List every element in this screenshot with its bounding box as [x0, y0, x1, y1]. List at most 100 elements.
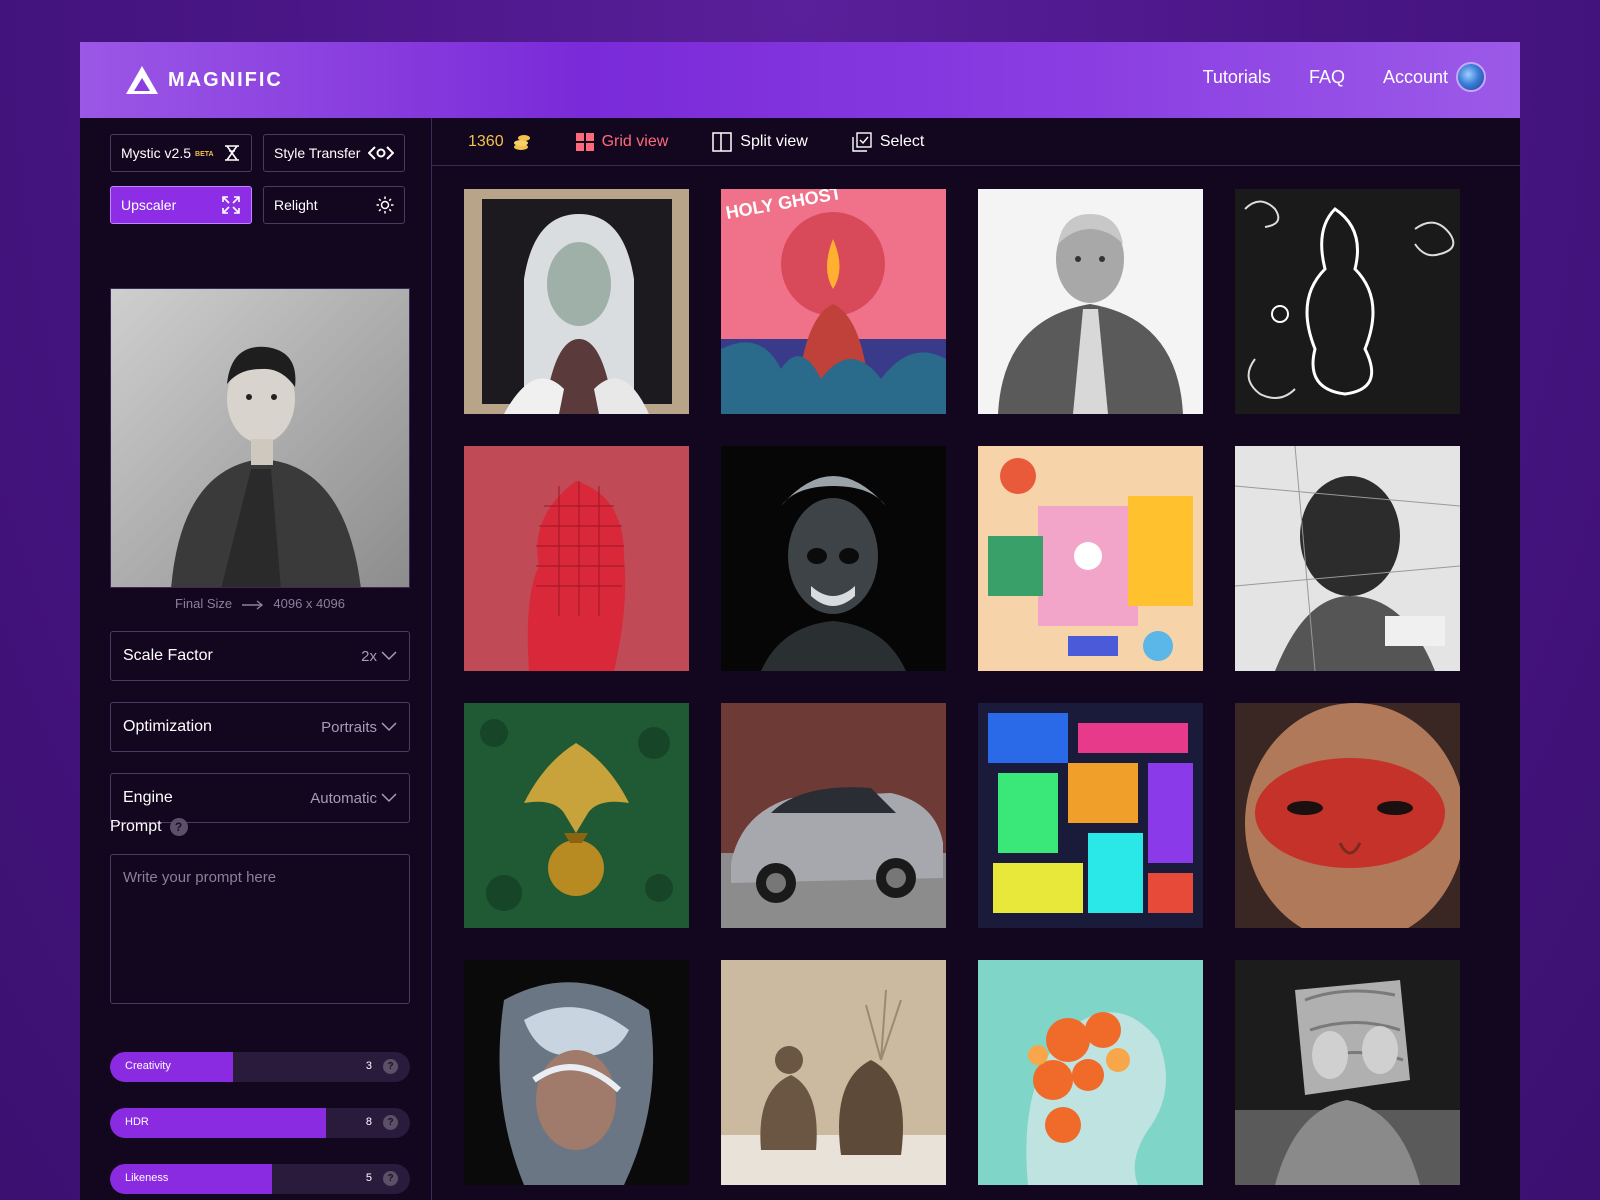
coins-icon: [513, 134, 530, 150]
upscaler-tool-button[interactable]: Upscaler: [110, 186, 252, 224]
scale-factor-select[interactable]: Scale Factor 2x: [110, 631, 410, 681]
gallery-image-red-blocks-head[interactable]: [464, 446, 689, 671]
upscale-preview-image[interactable]: [110, 288, 410, 588]
split-view-label: Split view: [740, 132, 808, 150]
help-icon[interactable]: ?: [383, 1059, 398, 1074]
gallery-image-skull-face[interactable]: [721, 446, 946, 671]
nav-account-link[interactable]: Account: [1383, 67, 1448, 88]
optimization-label: Optimization: [123, 718, 212, 735]
select-checkbox-icon: [852, 131, 872, 152]
gallery-image-stone-sculpture[interactable]: [1235, 960, 1460, 1185]
gallery-image-old-man-portrait[interactable]: [978, 189, 1203, 414]
account-menu[interactable]: Account: [1383, 62, 1486, 92]
final-size-label: Final Size: [175, 596, 233, 611]
flower-head-image: [978, 960, 1203, 1185]
expand-icon: [222, 196, 240, 214]
likeness-slider[interactable]: Likeness 5 ?: [110, 1164, 410, 1194]
colorful-table-image: [978, 446, 1203, 671]
prompt-input[interactable]: [110, 854, 410, 1004]
style-transfer-icon: [368, 146, 394, 160]
golden-eagle-image: [464, 703, 689, 928]
line-art-figure-image: [1235, 189, 1460, 414]
top-header: MAGNIFIC Tutorials FAQ Account: [80, 42, 1520, 118]
final-size-readout: Final Size 4096 x 4096: [110, 596, 410, 611]
old-man-portrait-image: [978, 189, 1203, 414]
relight-tool-button[interactable]: Relight: [263, 186, 405, 224]
red-face-closeup-image: [1235, 703, 1460, 928]
final-size-value: 4096 x 4096: [273, 596, 345, 611]
scale-factor-value: 2x: [361, 647, 377, 665]
scale-factor-value-wrap: 2x: [361, 648, 397, 665]
beta-badge: BETA: [195, 150, 214, 158]
relight-label: Relight: [274, 197, 318, 213]
prompt-label: Prompt: [110, 818, 162, 835]
upscaler-label: Upscaler: [121, 197, 177, 213]
holy-ghost-image: HOLY GHOST: [721, 189, 946, 414]
stone-sculpture-image: [1235, 960, 1460, 1185]
help-icon[interactable]: ?: [169, 818, 188, 836]
style-transfer-label: Style Transfer: [274, 145, 361, 161]
gallery-image-colorful-table[interactable]: [978, 446, 1203, 671]
engine-select[interactable]: Engine Automatic: [110, 773, 410, 823]
silver-car-image: [721, 703, 946, 928]
settings-sidebar: Mystic v2.5 BETA Style Transfer Upscaler …: [80, 118, 432, 1200]
hdr-label: HDR: [125, 1116, 149, 1128]
grid-view-button[interactable]: Grid view: [575, 132, 669, 151]
top-nav: Tutorials FAQ Account: [1203, 62, 1486, 92]
portrait-preview-image: [111, 289, 409, 587]
chevron-down-icon: [381, 651, 397, 661]
hourglass-icon: [225, 145, 239, 161]
gallery-image-anime-portrait[interactable]: [464, 189, 689, 414]
split-view-icon: [712, 131, 733, 152]
credits-value: 1360: [468, 132, 504, 150]
chevron-down-icon: [381, 722, 397, 732]
prompt-label-row: Prompt ?: [110, 818, 188, 836]
help-icon[interactable]: ?: [383, 1171, 398, 1186]
sun-icon: [376, 196, 394, 214]
scale-factor-label: Scale Factor: [123, 647, 213, 664]
select-button[interactable]: Select: [852, 131, 925, 152]
optimization-select[interactable]: Optimization Portraits: [110, 702, 410, 752]
gallery-toolbar: 1360 Grid view Split view Select: [432, 118, 1520, 166]
creativity-label: Creativity: [125, 1060, 171, 1072]
mystic-tool-label: Mystic v2.5: [121, 145, 192, 161]
grid-view-label: Grid view: [601, 132, 669, 150]
engine-value: Automatic: [310, 789, 377, 807]
gallery-image-paper-collage[interactable]: [1235, 446, 1460, 671]
ceramic-vases-image: [721, 960, 946, 1185]
engine-value-wrap: Automatic: [310, 790, 397, 807]
hdr-value: 8: [365, 1116, 372, 1128]
nav-faq-link[interactable]: FAQ: [1309, 67, 1345, 88]
gallery-image-glass-face[interactable]: [464, 960, 689, 1185]
likeness-value: 5: [365, 1172, 372, 1184]
anime-portrait-image: [464, 189, 689, 414]
select-label: Select: [879, 132, 925, 150]
avatar[interactable]: [1456, 62, 1486, 92]
split-view-button[interactable]: Split view: [712, 131, 808, 152]
brand-logo[interactable]: MAGNIFIC: [124, 64, 283, 96]
hdr-slider[interactable]: HDR 8 ?: [110, 1108, 410, 1138]
gallery-image-ceramic-vases[interactable]: [721, 960, 946, 1185]
chevron-down-icon: [381, 793, 397, 803]
gallery-image-holy-ghost[interactable]: HOLY GHOST: [721, 189, 946, 414]
nav-tutorials-link[interactable]: Tutorials: [1203, 67, 1271, 88]
arrow-right-icon: [241, 600, 263, 610]
glass-face-image: [464, 960, 689, 1185]
mystic-tool-button[interactable]: Mystic v2.5 BETA: [110, 134, 252, 172]
gallery-image-line-art-figure[interactable]: [1235, 189, 1460, 414]
gallery-image-red-face-closeup[interactable]: [1235, 703, 1460, 928]
creativity-slider[interactable]: Creativity 3 ?: [110, 1052, 410, 1082]
brand-name: MAGNIFIC: [168, 68, 283, 91]
help-icon[interactable]: ?: [383, 1115, 398, 1130]
magnific-logo-icon: [126, 66, 158, 94]
grid-icon: [575, 132, 594, 151]
style-transfer-tool-button[interactable]: Style Transfer: [263, 134, 405, 172]
gallery-image-golden-eagle[interactable]: [464, 703, 689, 928]
optimization-value: Portraits: [321, 718, 377, 736]
gallery-image-flower-head[interactable]: [978, 960, 1203, 1185]
gallery-image-silver-car[interactable]: [721, 703, 946, 928]
mystic-tool-label-wrap: Mystic v2.5 BETA: [121, 145, 214, 161]
glitch-art-image: [978, 703, 1203, 928]
creativity-value: 3: [365, 1060, 372, 1072]
gallery-image-glitch-art[interactable]: [978, 703, 1203, 928]
